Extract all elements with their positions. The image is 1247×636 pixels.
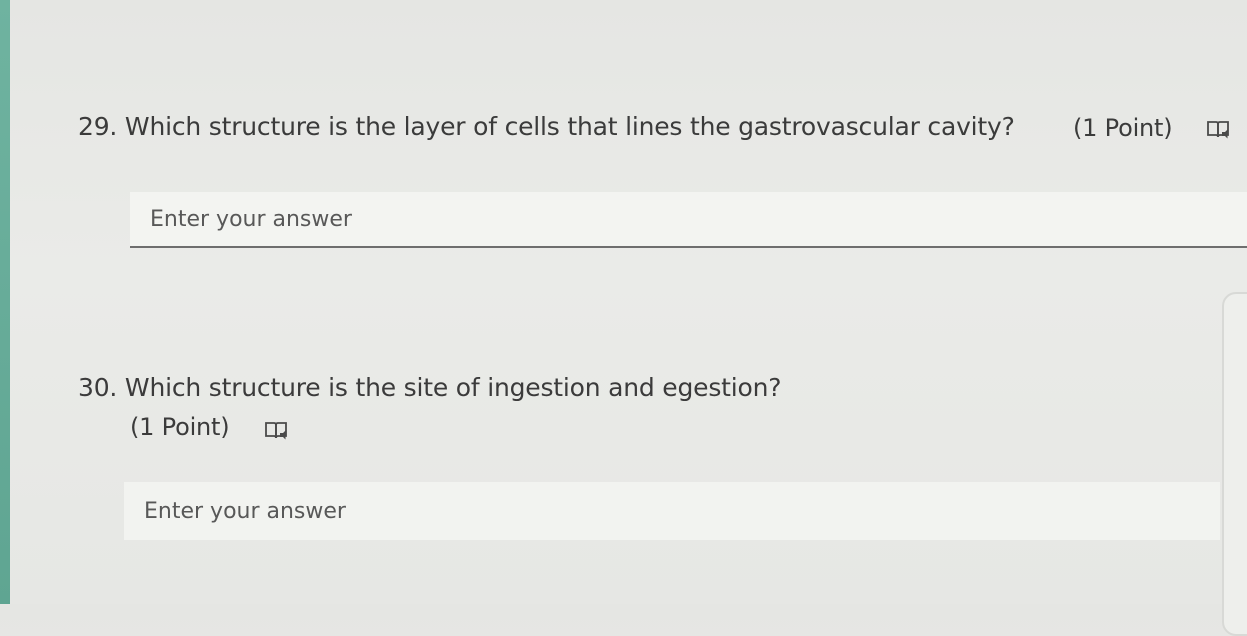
answer-30-input[interactable] <box>124 482 1220 540</box>
question-30-title: 30. Which structure is the site of inges… <box>78 373 782 402</box>
side-panel-edge <box>1222 292 1247 636</box>
question-30-text: Which structure is the site of ingestion… <box>124 373 782 402</box>
answer-29-input[interactable] <box>130 192 1247 248</box>
left-accent-bar <box>0 0 10 604</box>
question-30-number: 30. <box>78 373 118 402</box>
question-29-number: 29. <box>78 112 118 141</box>
question-29-points: (1 Point) <box>1073 114 1173 142</box>
immersive-reader-icon[interactable] <box>264 419 288 441</box>
question-29-text: Which structure is the layer of cells th… <box>124 112 1015 141</box>
immersive-reader-icon[interactable] <box>1206 118 1230 140</box>
question-30-points: (1 Point) <box>130 413 230 441</box>
question-29-title: 29. Which structure is the layer of cell… <box>78 112 1015 141</box>
